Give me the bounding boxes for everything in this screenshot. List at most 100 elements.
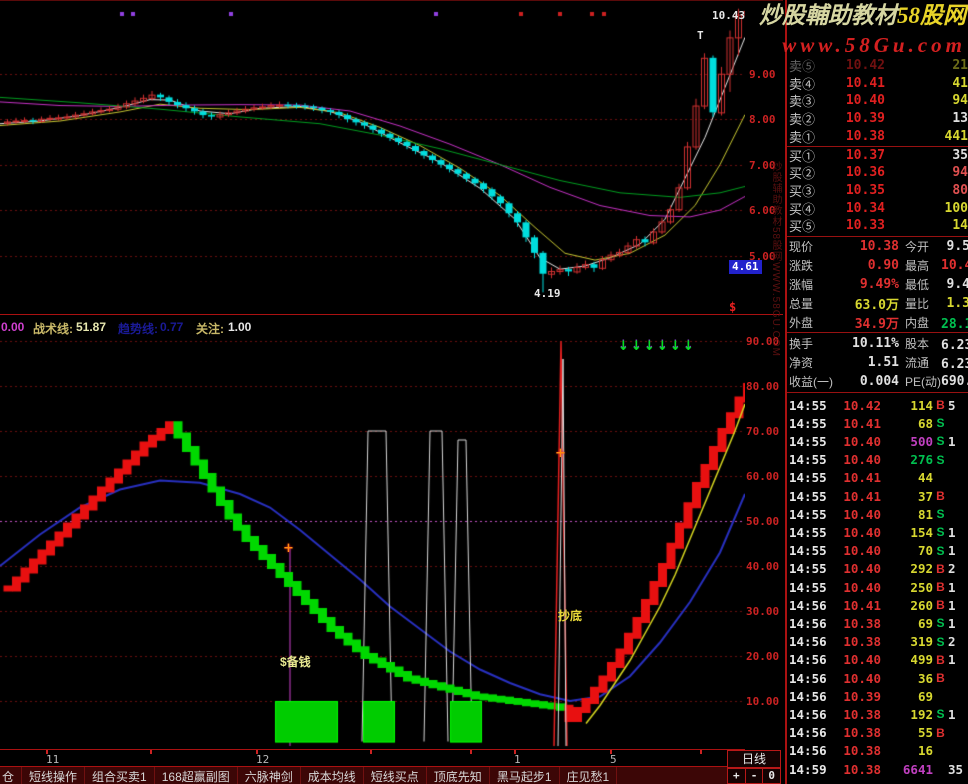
indicator-tab[interactable]: 庄见愁1: [560, 767, 618, 784]
book-price: 10.38: [827, 129, 885, 144]
tick-time: 14:56: [787, 598, 829, 613]
high-annotation: 10.43: [712, 9, 745, 22]
book-volume: 94: [885, 165, 968, 180]
tick-price: 10.38: [829, 762, 881, 777]
tick-row[interactable]: 14:5510.40154S1: [787, 523, 968, 541]
tick-row[interactable]: 14:5510.4081S: [787, 505, 968, 523]
info-label: 最高: [899, 257, 941, 274]
period-selector[interactable]: 日线: [727, 750, 781, 768]
indicator-tab[interactable]: 组合买卖1: [85, 767, 155, 784]
tick-ref: 1: [948, 525, 968, 540]
tick-time: 14:55: [787, 434, 829, 449]
tick-ref: 1: [948, 580, 968, 595]
book-row[interactable]: 卖①10.38441: [787, 127, 968, 145]
candlestick-chart[interactable]: [0, 1, 745, 313]
beiqian-label: $备钱: [280, 653, 311, 670]
tick-row[interactable]: 14:5610.3869S1: [787, 614, 968, 632]
zoom-out-button[interactable]: -: [746, 768, 764, 784]
tick-row[interactable]: 14:5610.41260B1: [787, 596, 968, 614]
info-value: 10.4: [941, 258, 968, 273]
info-value: 28.1万: [941, 313, 968, 332]
tick-time: 14:56: [787, 634, 829, 649]
zoom-in-button[interactable]: +: [727, 768, 746, 784]
tick-volume: 44: [881, 470, 933, 485]
book-row[interactable]: 卖②10.3913: [787, 110, 968, 128]
trading-app-screen: 9.008.007.006.005.00 4.61 10.43 T 4.19 $…: [0, 0, 968, 784]
info-label: PE(动): [899, 373, 941, 390]
tick-row[interactable]: 14:5610.40499B1: [787, 651, 968, 669]
indicator-tab[interactable]: 短线操作: [22, 767, 85, 784]
book-row[interactable]: 卖⑤10.4221: [787, 57, 968, 75]
book-row[interactable]: 买⑤10.3314: [787, 217, 968, 235]
green-down-arrow-icon: ↓: [631, 339, 642, 354]
book-row[interactable]: 买②10.3694: [787, 164, 968, 182]
tick-row[interactable]: 14:5510.4168S: [787, 414, 968, 432]
tick-price: 10.40: [829, 525, 881, 540]
tick-price: 10.41: [829, 416, 881, 431]
tick-ref: 1: [948, 652, 968, 667]
indicator-tab[interactable]: 六脉神剑: [238, 767, 301, 784]
tick-row[interactable]: 14:5910.38664135: [787, 760, 968, 778]
book-row[interactable]: 卖③10.4094: [787, 92, 968, 110]
indicator-left-value: 0.00: [1, 320, 24, 334]
tick-price: 10.40: [829, 543, 881, 558]
tick-volume: 69: [881, 616, 933, 631]
info-label: 净资: [787, 354, 845, 371]
indicator-tab[interactable]: 顶底先知: [427, 767, 490, 784]
tick-row[interactable]: 14:5610.3855B: [787, 724, 968, 742]
tick-direction-flag: S: [933, 453, 948, 467]
indicator-tab[interactable]: 168超赢副图: [155, 767, 238, 784]
tick-row[interactable]: 14:5510.40250B1: [787, 578, 968, 596]
tick-row[interactable]: 14:5610.38319S2: [787, 633, 968, 651]
tick-row[interactable]: 14:5510.40292B2: [787, 560, 968, 578]
info-label: 收益(一): [787, 373, 845, 390]
tactic-value: 51.87: [76, 320, 106, 334]
tick-time: 14:55: [787, 525, 829, 540]
book-row[interactable]: 买④10.34100: [787, 199, 968, 217]
book-level-label: 买③: [787, 181, 827, 200]
info-row: 换手10.11%股本6.23亿: [787, 334, 968, 353]
tick-row[interactable]: 14:5610.3969: [787, 687, 968, 705]
tick-row[interactable]: 14:5510.40276S: [787, 451, 968, 469]
tick-volume: 500: [881, 434, 933, 449]
tick-row[interactable]: 14:5610.4036B: [787, 669, 968, 687]
tick-row[interactable]: 14:5610.3816: [787, 742, 968, 760]
info-value: 6.23亿: [941, 334, 968, 353]
indicator-tab[interactable]: 黑马起步1: [490, 767, 560, 784]
tick-time: 14:55: [787, 507, 829, 522]
book-volume: 13: [885, 111, 968, 126]
book-level-label: 买②: [787, 163, 827, 182]
book-row[interactable]: 买①10.3735: [787, 147, 968, 165]
info-value: 10.38: [845, 239, 899, 254]
indicator-chart[interactable]: [0, 337, 745, 749]
tick-price: 10.40: [829, 561, 881, 576]
info-value: 6.23亿: [941, 353, 968, 372]
tick-row[interactable]: 14:5510.4144: [787, 469, 968, 487]
info-label: 涨跌: [787, 257, 845, 274]
info-row: 现价10.38今开9.5: [787, 237, 968, 256]
tick-row[interactable]: 14:5610.38192S1: [787, 705, 968, 723]
zoom-reset-button[interactable]: 0: [763, 768, 781, 784]
book-level-label: 卖④: [787, 74, 827, 93]
book-row[interactable]: 卖④10.4141: [787, 75, 968, 93]
tick-row[interactable]: 14:5510.4070S1: [787, 542, 968, 560]
info-label: 量比: [899, 295, 941, 312]
info-value: 9.49%: [845, 277, 899, 292]
zoom-controls: + - 0: [727, 768, 781, 784]
tick-time: 14:55: [787, 398, 829, 413]
indicator-tab[interactable]: 成本均线: [301, 767, 364, 784]
tick-row[interactable]: 14:5510.4137B: [787, 487, 968, 505]
book-separator: [787, 146, 968, 147]
green-down-arrow-icon: ↓: [618, 339, 629, 354]
watch-label: 关注:: [196, 320, 224, 337]
info-row: 总量63.0万量比1.3: [787, 294, 968, 313]
tick-row[interactable]: 14:5510.40500S1: [787, 432, 968, 450]
indicator-tab[interactable]: 仓: [0, 767, 22, 784]
book-row[interactable]: 买③10.3580: [787, 182, 968, 200]
tick-time: 14:55: [787, 561, 829, 576]
indicator-tab[interactable]: 短线买点: [364, 767, 427, 784]
tick-volume: 319: [881, 634, 933, 649]
tick-row[interactable]: 14:5510.42114B5: [787, 396, 968, 414]
price-axis-label: 8.00: [749, 113, 776, 126]
tick-direction-flag: B: [933, 598, 948, 612]
